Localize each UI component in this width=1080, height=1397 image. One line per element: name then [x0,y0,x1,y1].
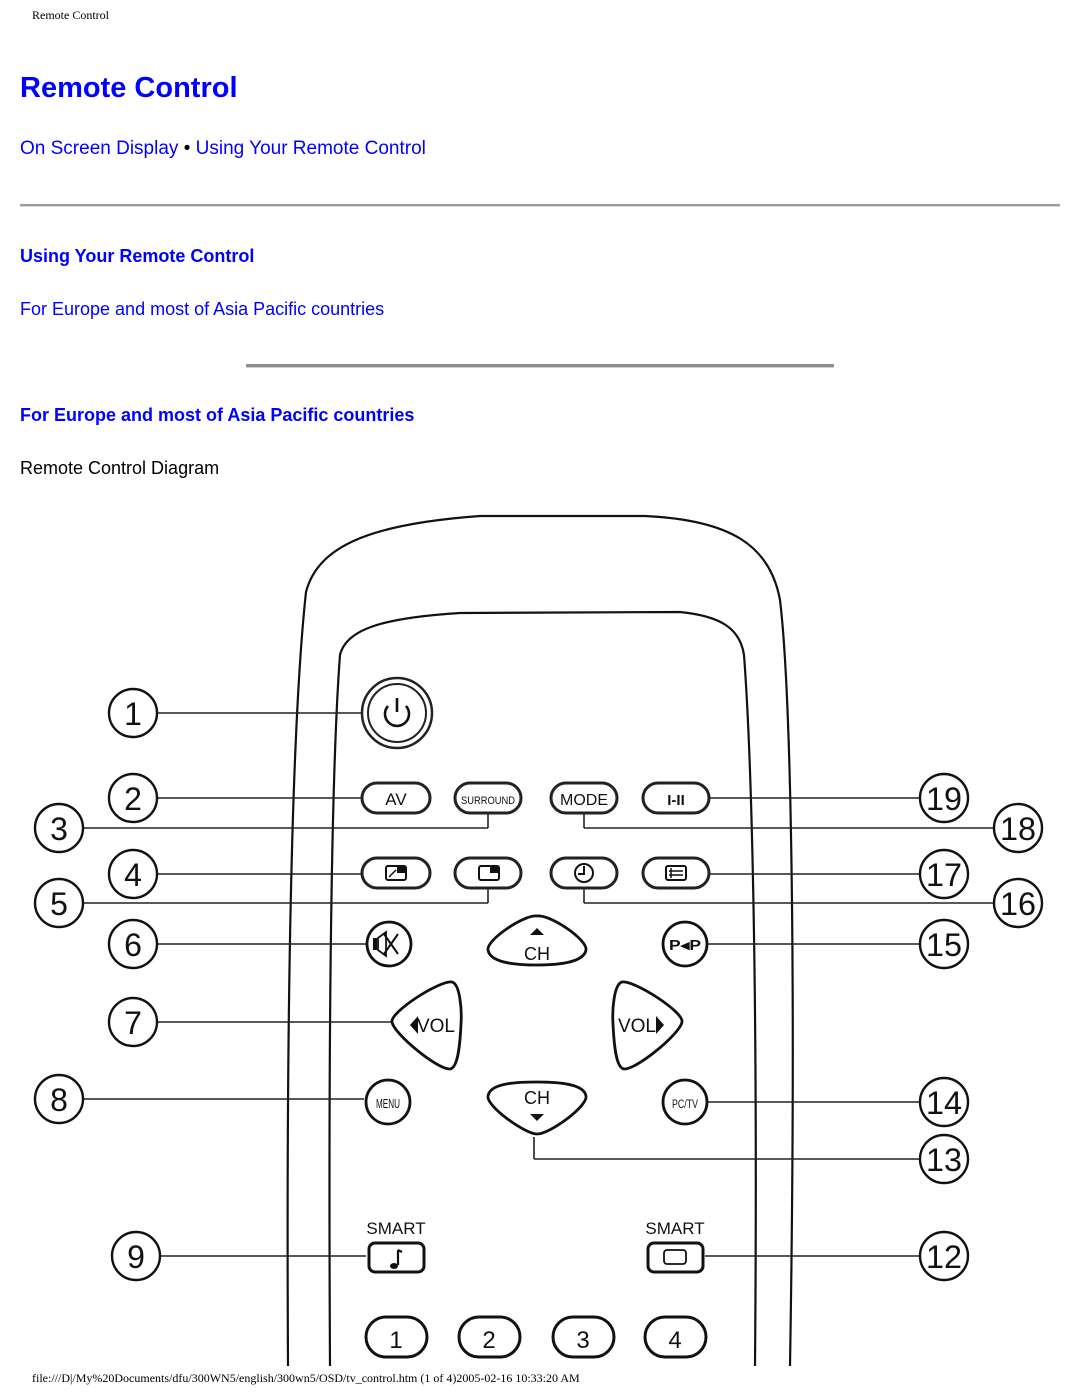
callout-12: 12 [918,1230,970,1282]
number-key-1[interactable]: 1 [364,1315,429,1359]
number-key-4[interactable]: 4 [643,1315,708,1359]
diagram-label: 1 [124,696,142,732]
callout-lines [83,712,994,1257]
remote-control-diagram: AV SURROUND MODE I-II CH P◂P VOL VOL MEN… [33,514,1044,1366]
diagram-label: 3 [576,1327,589,1354]
callout-19: 19 [918,772,970,824]
diagram-label: 2 [124,781,142,817]
callout-3: 3 [33,802,85,854]
mode-label: MODE [560,792,608,809]
sleep-timer-button[interactable] [549,856,619,890]
diagram-label: 5 [50,886,68,922]
screen-icon [663,1249,687,1265]
subsection-heading: For Europe and most of Asia Pacific coun… [20,405,415,425]
diagram-label: 1 [389,1327,402,1354]
callout-1: 1 [107,687,159,739]
surround-label: SURROUND [461,795,515,807]
nav-link-on-screen-display[interactable]: On Screen Display [20,138,178,159]
pc-tv-button[interactable]: PC/TV [661,1078,709,1126]
smart-picture-button[interactable]: SMART [645,1219,705,1274]
pip-position-button[interactable] [453,856,523,890]
callout-5: 5 [33,877,85,929]
diagram-label: 9 [127,1239,145,1275]
menu-button[interactable]: MENU [364,1078,412,1126]
i-ii-button[interactable]: I-II [641,781,711,815]
i-ii-label: I-II [667,792,685,809]
teletext-icon [665,865,687,881]
callout-17: 17 [918,848,970,900]
power-button[interactable] [360,676,434,750]
callout-16: 16 [992,877,1044,929]
region-link-europe-asia[interactable]: For Europe and most of Asia Pacific coun… [20,299,384,320]
callout-4: 4 [107,848,159,900]
vol-up-label: VOL [618,1016,656,1037]
callout-13: 13 [918,1133,970,1185]
mute-icon [373,938,377,950]
pip-swap-label: P◂P [669,937,701,954]
diagram-caption: Remote Control Diagram [20,458,220,478]
mute-button[interactable] [365,920,413,968]
volume-up-button[interactable]: VOL [611,980,684,1071]
mode-button[interactable]: MODE [549,781,619,815]
page-title: Remote Control [20,72,238,104]
av-button[interactable]: AV [360,781,432,815]
menu-label: MENU [376,1096,400,1111]
channel-up-button[interactable]: CH [486,914,588,967]
divider [20,204,1060,207]
callout-15: 15 [918,918,970,970]
vol-down-label: VOL [417,1016,455,1037]
diagram-label: 7 [124,1005,142,1041]
section-nav: On Screen Display • Using Your Remote Co… [20,138,426,160]
pip-swap-button[interactable]: P◂P [661,920,709,968]
diagram-label: 6 [124,927,142,963]
diagram-label: 18 [1000,811,1036,847]
running-header: Remote Control [32,8,109,22]
volume-down-button[interactable]: VOL [390,980,463,1071]
channel-down-button[interactable]: CH [486,1080,588,1136]
diagram-label: 12 [926,1239,962,1275]
picture-format-button[interactable] [360,856,432,890]
pc-tv-label: PC/TV [672,1097,698,1111]
diagram-label: 17 [926,857,962,893]
number-key-3[interactable]: 3 [551,1315,616,1359]
callout-6: 6 [107,918,159,970]
smart-sound-label: SMART [366,1219,425,1238]
smart-picture-label: SMART [645,1219,704,1238]
callout-18: 18 [992,802,1044,854]
diagram-label: 19 [926,781,962,817]
callout-14: 14 [918,1076,970,1128]
surround-button[interactable]: SURROUND [453,781,523,815]
callout-7: 7 [107,996,159,1048]
callout-8: 8 [33,1073,85,1125]
diagram-label: 13 [926,1142,962,1178]
divider-short [246,364,834,368]
smart-sound-button[interactable]: SMART [366,1219,426,1274]
page-footer: file:///D|/My%20Documents/dfu/300WN5/eng… [32,1371,580,1385]
diagram-label: 8 [50,1082,68,1118]
callout-9: 9 [110,1230,162,1282]
av-label: AV [385,790,407,809]
section-heading: Using Your Remote Control [20,246,255,266]
ch-down-label: CH [524,1088,550,1108]
number-key-2[interactable]: 2 [457,1315,522,1359]
ch-up-label: CH [524,944,550,964]
diagram-label: 2 [482,1327,495,1354]
diagram-label: 16 [1000,886,1036,922]
diagram-label: 14 [926,1085,962,1121]
diagram-label: 3 [50,811,68,847]
nav-separator: • [183,138,191,159]
diagram-label: 4 [124,857,142,893]
teletext-button[interactable] [641,856,711,890]
callout-2: 2 [107,772,159,824]
diagram-label: 15 [926,927,962,963]
diagram-label: 4 [668,1327,681,1354]
nav-link-using-remote[interactable]: Using Your Remote Control [196,138,426,159]
